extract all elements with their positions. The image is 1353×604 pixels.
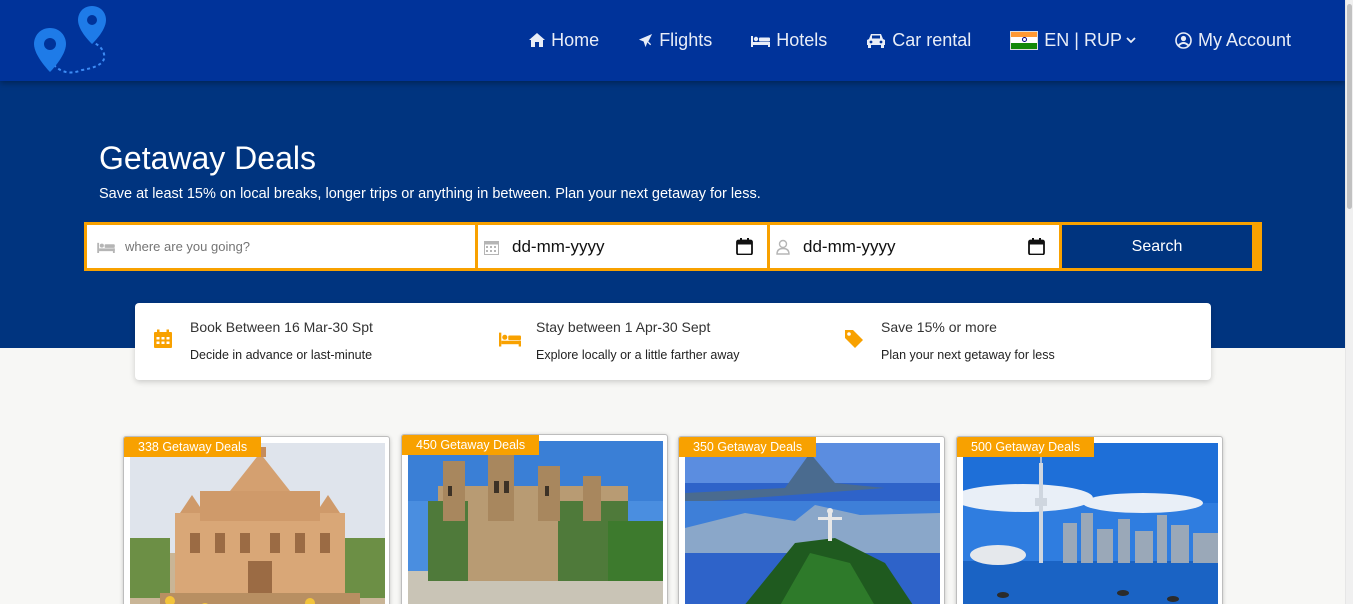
checkout-field[interactable]: dd-mm-yyyy xyxy=(770,225,1059,268)
chevron-down-icon xyxy=(1126,36,1136,43)
page-subtitle: Save at least 15% on local breaks, longe… xyxy=(99,186,761,202)
info-item-save: Save 15% or more Plan your next getaway … xyxy=(844,303,1164,380)
info-title: Book Between 16 Mar-30 Spt xyxy=(190,319,373,335)
deal-count-badge: 350 Getaway Deals xyxy=(679,437,817,457)
deal-count-badge: 338 Getaway Deals xyxy=(124,437,262,457)
deal-card[interactable]: 500 Getaway Deals xyxy=(956,436,1223,604)
nav-my-account-label: My Account xyxy=(1197,29,1291,50)
scrollbar-thumb[interactable] xyxy=(1347,4,1352,209)
deal-count-badge: 450 Getaway Deals xyxy=(402,435,540,455)
info-item-stay: Stay between 1 Apr-30 Sept Explore local… xyxy=(499,303,819,380)
top-navbar: Home Flights Hotels Car rental EN | RUP … xyxy=(0,0,1345,81)
calendar-picker-icon[interactable] xyxy=(736,238,753,255)
nav-flights[interactable]: Flights xyxy=(638,30,712,51)
calendar-icon xyxy=(484,240,499,255)
destination-field[interactable] xyxy=(87,225,475,268)
info-title: Stay between 1 Apr-30 Sept xyxy=(536,319,711,335)
nav-flights-label: Flights xyxy=(659,29,713,50)
nav-menu: Home Flights Hotels Car rental EN | RUP … xyxy=(490,28,1291,52)
car-icon xyxy=(867,33,886,48)
checkin-date-value: dd-mm-yyyy xyxy=(512,236,605,256)
info-subtitle: Decide in advance or last-minute xyxy=(190,348,373,362)
calendar-icon xyxy=(154,329,172,348)
deal-card[interactable]: 350 Getaway Deals xyxy=(678,436,945,604)
nav-car-rental-label: Car rental xyxy=(892,29,972,50)
page-title: Getaway Deals xyxy=(99,140,316,176)
page: Home Flights Hotels Car rental EN | RUP … xyxy=(0,0,1353,604)
person-icon xyxy=(776,239,790,255)
search-bar: dd-mm-yyyy dd-mm-yyyy Search xyxy=(84,222,1262,271)
calendar-picker-icon[interactable] xyxy=(1028,238,1045,255)
deal-count-badge: 500 Getaway Deals xyxy=(957,437,1095,457)
nav-language-currency[interactable]: EN | RUP xyxy=(1010,30,1136,51)
nav-car-rental[interactable]: Car rental xyxy=(866,30,971,51)
home-icon xyxy=(529,33,546,47)
deal-image-palace xyxy=(408,441,663,604)
info-subtitle: Explore locally or a little farther away xyxy=(536,348,740,362)
checkin-field[interactable]: dd-mm-yyyy xyxy=(478,225,767,268)
nav-home[interactable]: Home xyxy=(529,30,599,51)
nav-home-label: Home xyxy=(551,29,600,50)
deal-card[interactable]: 338 Getaway Deals xyxy=(123,436,390,604)
nav-my-account[interactable]: My Account xyxy=(1175,30,1291,51)
search-button[interactable]: Search xyxy=(1062,225,1252,268)
vertical-scrollbar[interactable] xyxy=(1345,0,1353,604)
checkout-date-value: dd-mm-yyyy xyxy=(803,236,896,256)
india-flag-icon xyxy=(1010,30,1039,50)
bed-icon xyxy=(97,242,115,253)
destination-input[interactable] xyxy=(125,239,455,254)
bed-icon xyxy=(751,35,771,47)
info-subtitle: Plan your next getaway for less xyxy=(881,348,1055,362)
deal-info-card: Book Between 16 Mar-30 Spt Decide in adv… xyxy=(135,303,1211,380)
info-title: Save 15% or more xyxy=(881,319,997,335)
info-item-booking: Book Between 16 Mar-30 Spt Decide in adv… xyxy=(153,303,473,380)
deal-image-temple xyxy=(130,443,385,604)
deal-card[interactable]: 450 Getaway Deals xyxy=(401,434,668,604)
nav-hotels[interactable]: Hotels xyxy=(751,30,827,51)
nav-hotels-label: Hotels xyxy=(776,29,828,50)
bed-icon xyxy=(499,332,521,347)
logo-icon[interactable] xyxy=(32,6,110,78)
nav-language-label: EN | RUP xyxy=(1044,29,1122,50)
hero-section: Home Flights Hotels Car rental EN | RUP … xyxy=(0,0,1345,348)
tag-icon xyxy=(845,330,863,348)
plane-icon xyxy=(639,33,653,47)
user-circle-icon xyxy=(1175,31,1192,49)
deal-image-rio xyxy=(685,443,940,604)
deal-image-toronto xyxy=(963,443,1218,604)
